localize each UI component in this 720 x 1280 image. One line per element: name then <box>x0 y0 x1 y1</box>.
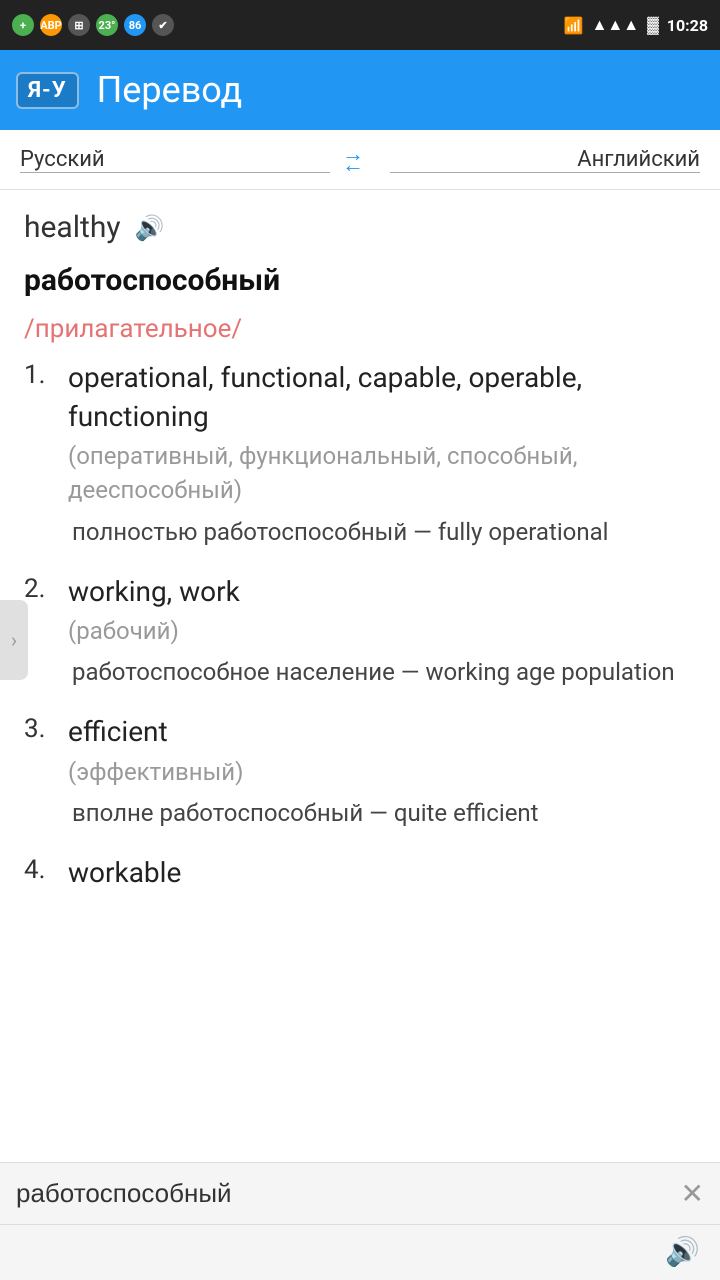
check-icon: ✔ <box>152 14 174 36</box>
app-logo: Я-У <box>16 72 79 109</box>
source-language[interactable]: Русский <box>20 147 330 173</box>
translation-word: работоспособный <box>24 263 696 298</box>
search-input[interactable] <box>16 1178 671 1209</box>
def-example-2: работоспособное население — working age … <box>68 654 696 690</box>
def-content-4: workable <box>68 853 696 896</box>
bottom-actions: 🔊 <box>0 1225 720 1280</box>
definition-item-3: 3. efficient (эффективный) вполне работо… <box>24 712 696 831</box>
clear-input-button[interactable]: ✕ <box>681 1177 704 1210</box>
app-header: Я-У Перевод <box>0 50 720 130</box>
swap-languages-button[interactable] <box>330 150 390 169</box>
definition-item-1: 1. operational, functional, capable, ope… <box>24 358 696 550</box>
def-sub-2: (рабочий) <box>68 615 696 649</box>
def-main-1: operational, functional, capable, operab… <box>68 358 696 436</box>
def-main-3: efficient <box>68 712 696 751</box>
adblock-icon: ABP <box>40 14 62 36</box>
definition-item-4: 4. workable <box>24 853 696 896</box>
side-handle[interactable]: › <box>0 600 28 680</box>
search-word: healthy <box>24 210 121 245</box>
def-content-2: working, work (рабочий) работоспособное … <box>68 572 696 691</box>
search-row: ✕ <box>0 1163 720 1225</box>
def-sub-3: (эффективный) <box>68 756 696 790</box>
definition-item-2: 2. working, work (рабочий) работоспособн… <box>24 572 696 691</box>
main-content: healthy 🔊 работоспособный /прилагательно… <box>0 190 720 1048</box>
clock: 10:28 <box>667 16 708 35</box>
def-example-1: полностью работоспособный — fully operat… <box>68 514 696 550</box>
word-header: healthy 🔊 <box>24 210 696 245</box>
language-bar: Русский Английский <box>0 130 720 190</box>
arrow-left-icon <box>342 161 378 169</box>
battery-icon: ▓ <box>647 15 659 35</box>
chevron-right-icon: › <box>11 628 17 652</box>
part-of-speech: /прилагательное/ <box>24 314 696 344</box>
temp-icon: 23° <box>96 14 118 36</box>
wifi-icon: 📶 <box>564 16 584 35</box>
signal-icon: ▲▲▲ <box>592 15 640 35</box>
def-number-2: 2. <box>24 572 56 691</box>
status-bar-right: 📶 ▲▲▲ ▓ 10:28 <box>564 15 708 35</box>
target-language[interactable]: Английский <box>390 147 700 173</box>
bottom-bar: ✕ 🔊 <box>0 1162 720 1280</box>
grid-icon: ⊞ <box>68 14 90 36</box>
def-number-1: 1. <box>24 358 56 550</box>
definitions-list: 1. operational, functional, capable, ope… <box>24 358 696 896</box>
def-content-3: efficient (эффективный) вполне работоспо… <box>68 712 696 831</box>
def-content-1: operational, functional, capable, operab… <box>68 358 696 550</box>
def-main-2: working, work <box>68 572 696 611</box>
battery-percent-icon: 86 <box>124 14 146 36</box>
def-sub-1: (оперативный, функциональный, способный,… <box>68 440 696 507</box>
green-dot-icon: + <box>12 14 34 36</box>
def-example-3: вполне работоспособный — quite efficient <box>68 795 696 831</box>
def-main-4: workable <box>68 853 696 892</box>
status-bar-left: + ABP ⊞ 23° 86 ✔ <box>12 14 174 36</box>
status-bar: + ABP ⊞ 23° 86 ✔ 📶 ▲▲▲ ▓ 10:28 <box>0 0 720 50</box>
tts-bottom-icon[interactable]: 🔊 <box>665 1235 700 1268</box>
def-number-4: 4. <box>24 853 56 896</box>
tts-word-icon[interactable]: 🔊 <box>135 214 165 242</box>
def-number-3: 3. <box>24 712 56 831</box>
app-title: Перевод <box>97 69 243 111</box>
